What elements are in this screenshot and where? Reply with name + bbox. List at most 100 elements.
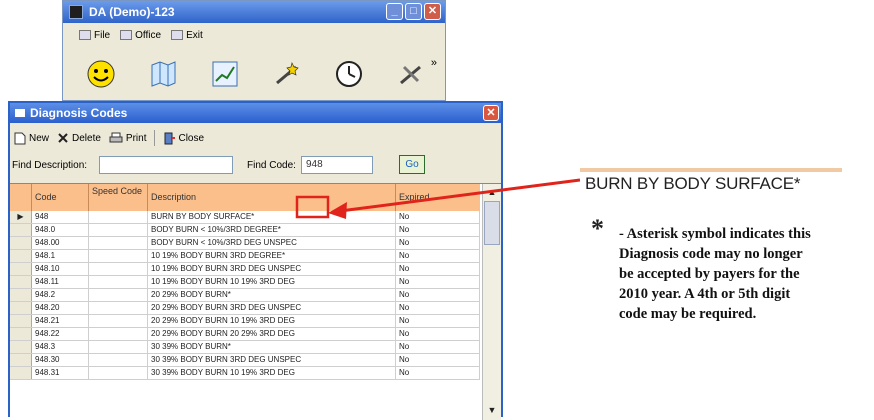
table-row[interactable]: 948.31 30 39% BODY BURN 10 19% 3RD DEG No bbox=[10, 367, 480, 380]
row-selector[interactable] bbox=[10, 367, 32, 379]
cell-expired: No bbox=[396, 289, 480, 301]
app-window: DA (Demo)-123 _ □ ✕ File Office Exit » bbox=[62, 0, 446, 101]
menu-office[interactable]: Office bbox=[120, 30, 161, 41]
column-header-description[interactable]: Description bbox=[148, 184, 396, 211]
chart-icon[interactable] bbox=[209, 58, 241, 90]
cell-code: 948.20 bbox=[32, 302, 89, 314]
smiley-icon[interactable] bbox=[85, 58, 117, 90]
table-row[interactable]: 948.00 BODY BURN < 10%/3RD DEG UNSPEC No bbox=[10, 237, 480, 250]
cell-code: 948 bbox=[32, 211, 89, 223]
row-selector[interactable] bbox=[10, 263, 32, 275]
table-row[interactable]: 948.11 10 19% BODY BURN 10 19% 3RD DEG No bbox=[10, 276, 480, 289]
delete-button[interactable]: Delete bbox=[57, 132, 101, 144]
row-selector[interactable]: ▶ bbox=[10, 211, 32, 223]
dialog-icon bbox=[15, 109, 25, 117]
cell-description: 20 29% BODY BURN 10 19% 3RD DEG bbox=[148, 315, 396, 327]
column-header-speed-code[interactable]: Speed Code bbox=[89, 184, 148, 211]
table-row[interactable]: 948.0 BODY BURN < 10%/3RD DEGREE* No bbox=[10, 224, 480, 237]
find-description-input[interactable] bbox=[99, 156, 233, 174]
cell-description: 30 39% BODY BURN 10 19% 3RD DEG bbox=[148, 367, 396, 379]
table-row[interactable]: 948.10 10 19% BODY BURN 3RD DEG UNSPEC No bbox=[10, 263, 480, 276]
row-selector[interactable] bbox=[10, 250, 32, 262]
cell-description: 10 19% BODY BURN 3RD DEG UNSPEC bbox=[148, 263, 396, 275]
new-document-icon bbox=[14, 132, 26, 144]
cell-speed-code bbox=[89, 315, 148, 327]
vertical-scrollbar[interactable]: ▲ ▼ bbox=[482, 184, 501, 420]
cell-description: 20 29% BODY BURN 20 29% 3RD DEG bbox=[148, 328, 396, 340]
dialog-close-button[interactable]: ✕ bbox=[483, 105, 499, 121]
note-line-5: code may be required. bbox=[619, 306, 757, 322]
table-row[interactable]: 948.22 20 29% BODY BURN 20 29% 3RD DEG No bbox=[10, 328, 480, 341]
cell-expired: No bbox=[396, 328, 480, 340]
new-button[interactable]: New bbox=[14, 132, 49, 145]
cell-code: 948.0 bbox=[32, 224, 89, 236]
cell-speed-code bbox=[89, 354, 148, 366]
clock-icon[interactable] bbox=[333, 58, 365, 90]
cell-description: 30 39% BODY BURN* bbox=[148, 341, 396, 353]
window-close-button[interactable]: ✕ bbox=[424, 3, 441, 20]
go-button[interactable]: Go bbox=[399, 155, 425, 174]
cell-description: 30 39% BODY BURN 3RD DEG UNSPEC bbox=[148, 354, 396, 366]
cell-description: 20 29% BODY BURN* bbox=[148, 289, 396, 301]
table-row[interactable]: ▶ 948 BURN BY BODY SURFACE* No bbox=[10, 211, 480, 224]
cell-description: BODY BURN < 10%/3RD DEG UNSPEC bbox=[148, 237, 396, 249]
door-close-icon bbox=[164, 132, 176, 144]
column-header-code[interactable]: Code bbox=[32, 184, 89, 211]
table-row[interactable]: 948.1 10 19% BODY BURN 3RD DEGREE* No bbox=[10, 250, 480, 263]
maximize-button[interactable]: □ bbox=[405, 3, 422, 20]
row-selector[interactable] bbox=[10, 289, 32, 301]
cell-expired: No bbox=[396, 276, 480, 288]
table-row[interactable]: 948.20 20 29% BODY BURN 3RD DEG UNSPEC No bbox=[10, 302, 480, 315]
row-selector[interactable] bbox=[10, 354, 32, 366]
map-icon[interactable] bbox=[147, 58, 179, 90]
app-icon bbox=[69, 5, 83, 19]
delete-x-icon bbox=[58, 133, 68, 143]
note-line-1: - Asterisk symbol indicates this bbox=[619, 226, 811, 242]
table-row[interactable]: 948.21 20 29% BODY BURN 10 19% 3RD DEG No bbox=[10, 315, 480, 328]
row-selector[interactable] bbox=[10, 315, 32, 327]
table-row[interactable]: 948.2 20 29% BODY BURN* No bbox=[10, 289, 480, 302]
cell-code: 948.3 bbox=[32, 341, 89, 353]
minimize-button[interactable]: _ bbox=[386, 3, 403, 20]
row-selector[interactable] bbox=[10, 237, 32, 249]
close-button[interactable]: Close bbox=[163, 132, 204, 145]
cell-description: BODY BURN < 10%/3RD DEGREE* bbox=[148, 224, 396, 236]
cell-expired: No bbox=[396, 263, 480, 275]
note-line-4: 2010 year. A 4th or 5th digit bbox=[619, 286, 791, 302]
scroll-thumb[interactable] bbox=[484, 201, 500, 245]
cell-speed-code bbox=[89, 367, 148, 379]
row-selector[interactable] bbox=[10, 341, 32, 353]
diagnosis-codes-dialog: Diagnosis Codes ✕ New Delete Print Close… bbox=[8, 101, 503, 420]
row-selector[interactable] bbox=[10, 276, 32, 288]
cell-expired: No bbox=[396, 224, 480, 236]
find-code-input[interactable]: 948 bbox=[301, 156, 373, 174]
table-row[interactable]: 948.3 30 39% BODY BURN* No bbox=[10, 341, 480, 354]
menu-file[interactable]: File bbox=[79, 30, 110, 41]
menu-exit[interactable]: Exit bbox=[171, 30, 203, 41]
toolbar-overflow-chevron[interactable]: » bbox=[431, 57, 437, 69]
row-selector[interactable] bbox=[10, 224, 32, 236]
cell-speed-code bbox=[89, 328, 148, 340]
cell-expired: No bbox=[396, 302, 480, 314]
note-line-2: Diagnosis code may no longer bbox=[619, 246, 803, 262]
app-menu: File Office Exit bbox=[63, 25, 445, 45]
print-button[interactable]: Print bbox=[109, 132, 146, 144]
scroll-down-button[interactable]: ▼ bbox=[484, 402, 500, 418]
cell-expired: No bbox=[396, 341, 480, 353]
cell-description: 10 19% BODY BURN 10 19% 3RD DEG bbox=[148, 276, 396, 288]
cell-code: 948.21 bbox=[32, 315, 89, 327]
cell-speed-code bbox=[89, 341, 148, 353]
cell-description: 20 29% BODY BURN 3RD DEG UNSPEC bbox=[148, 302, 396, 314]
scroll-up-button[interactable]: ▲ bbox=[484, 184, 500, 200]
printer-icon bbox=[109, 132, 123, 143]
table-row[interactable]: 948.30 30 39% BODY BURN 3RD DEG UNSPEC No bbox=[10, 354, 480, 367]
cutout-text: BURN BY BODY SURFACE* bbox=[585, 174, 801, 193]
column-header-expired[interactable]: Expired bbox=[396, 184, 480, 211]
row-selector[interactable] bbox=[10, 302, 32, 314]
file-icon bbox=[79, 30, 91, 40]
tools-icon[interactable] bbox=[395, 58, 427, 90]
dialog-title-bar[interactable]: Diagnosis Codes ✕ bbox=[10, 103, 501, 123]
row-selector[interactable] bbox=[10, 328, 32, 340]
app-title-bar[interactable]: DA (Demo)-123 _ □ ✕ bbox=[63, 1, 445, 23]
wand-icon[interactable] bbox=[271, 58, 303, 90]
